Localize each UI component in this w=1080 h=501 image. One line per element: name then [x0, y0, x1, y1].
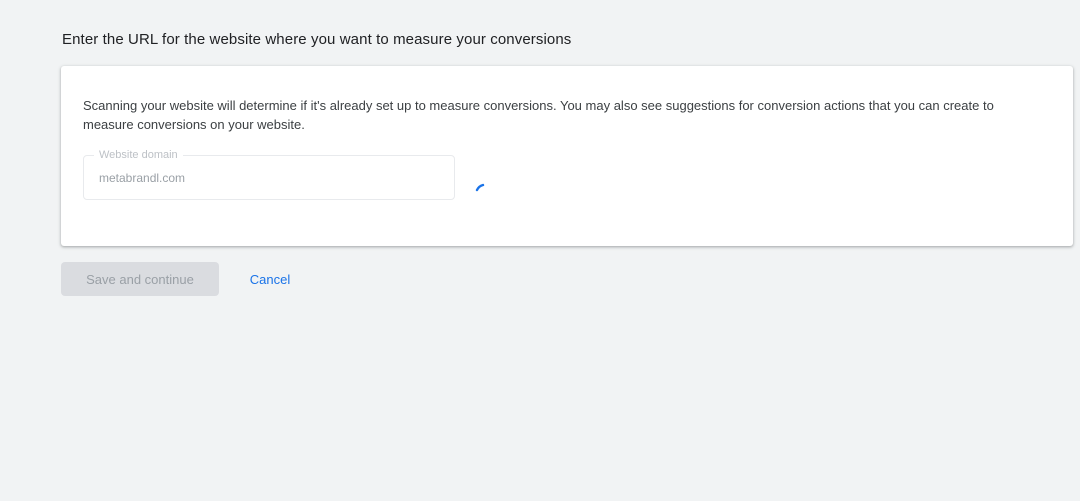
cancel-button[interactable]: Cancel	[237, 262, 303, 296]
website-domain-label: Website domain	[94, 149, 183, 162]
loading-spinner-icon	[475, 183, 485, 192]
page-title: Enter the URL for the website where you …	[62, 31, 572, 48]
card-description: Scanning your website will determine if …	[83, 98, 994, 132]
website-domain-field[interactable]: Website domain	[83, 149, 455, 200]
website-domain-input[interactable]	[99, 168, 439, 188]
save-and-continue-button[interactable]: Save and continue	[61, 262, 219, 296]
conversion-setup-card: Scanning your website will determine if …	[61, 66, 1073, 246]
